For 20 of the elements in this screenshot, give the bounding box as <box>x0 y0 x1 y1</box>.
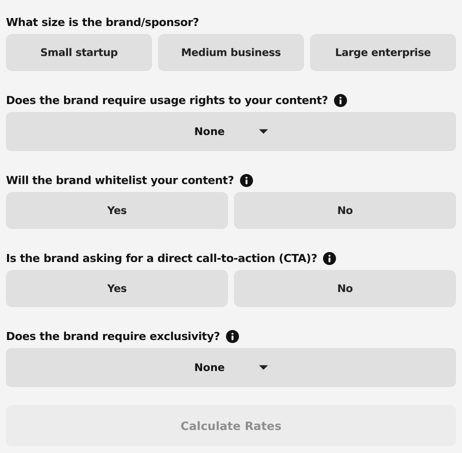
info-icon[interactable] <box>323 252 336 264</box>
question-label: Is the brand asking for a direct call-to-action (CTA)? <box>6 252 318 264</box>
info-icon[interactable] <box>226 330 239 342</box>
info-icon[interactable] <box>240 174 253 186</box>
question-label: Does the brand require usage rights to your content? <box>6 94 328 106</box>
option-button[interactable]: No <box>234 192 456 229</box>
option-button[interactable]: Medium business <box>158 34 304 71</box>
dropdown[interactable]: None <box>6 348 456 387</box>
option-button[interactable]: Yes <box>6 192 228 229</box>
question-label: Does the brand require exclusivity? <box>6 330 220 342</box>
caret-icon <box>258 129 268 134</box>
info-icon[interactable] <box>334 94 347 106</box>
option-button[interactable]: Yes <box>6 270 228 307</box>
option-button[interactable]: Small startup <box>6 34 152 71</box>
dropdown[interactable]: None <box>6 112 456 151</box>
question-label: Will the brand whitelist your content? <box>6 174 234 186</box>
question-label: What size is the brand/sponsor? <box>6 16 199 28</box>
option-button[interactable]: No <box>234 270 456 307</box>
option-button[interactable]: Large enterprise <box>310 34 456 71</box>
caret-icon <box>258 365 268 370</box>
